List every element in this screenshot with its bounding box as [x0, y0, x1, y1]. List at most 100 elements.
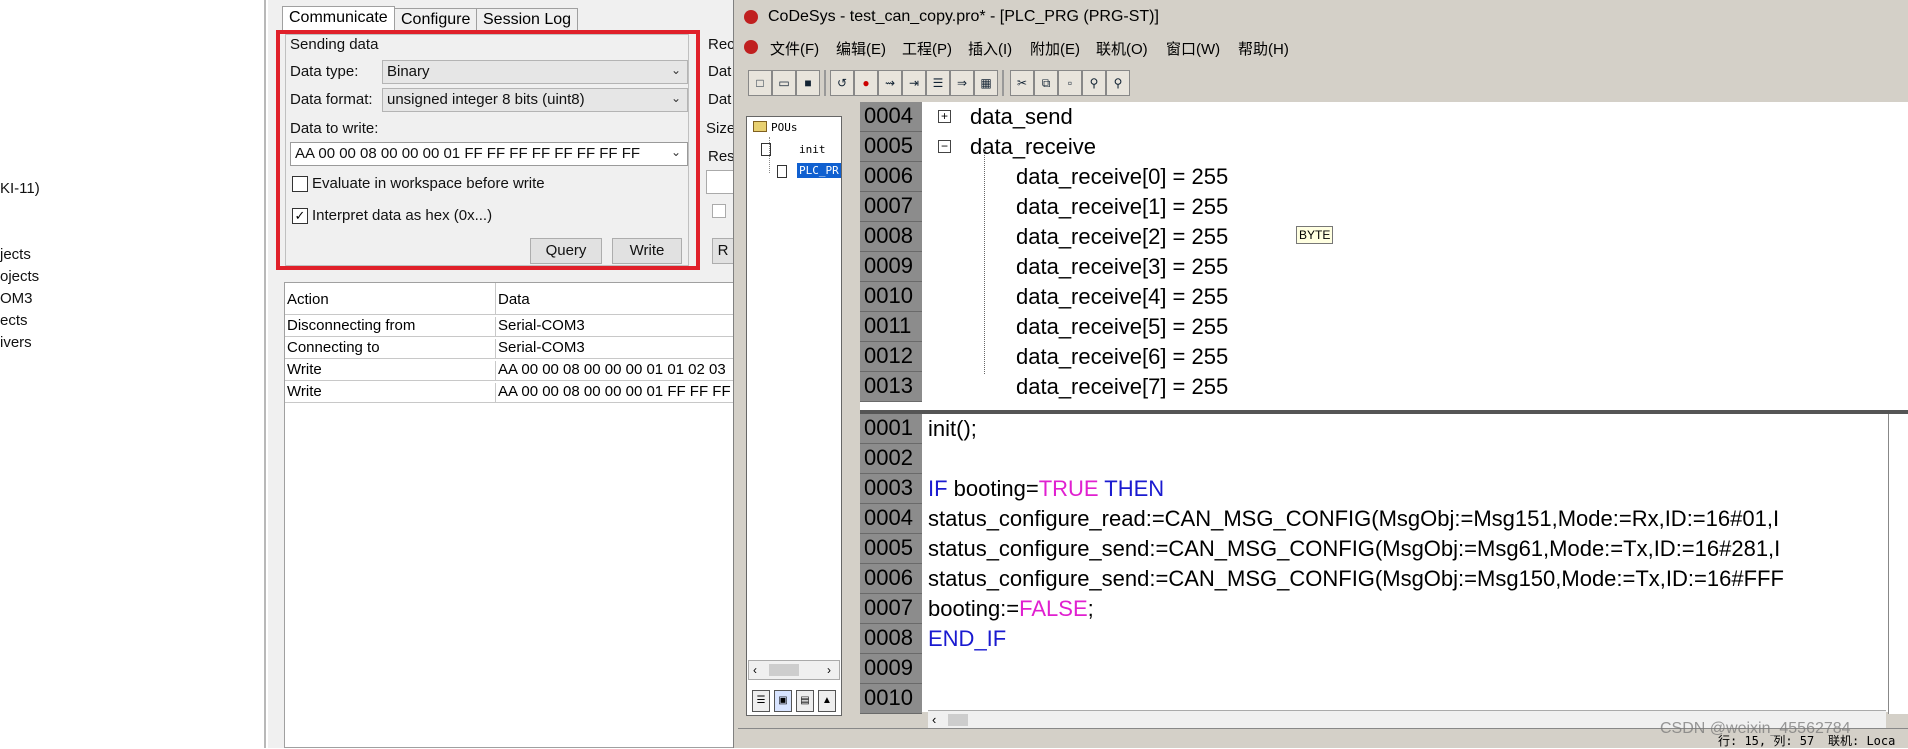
column-header-data[interactable]: Data	[495, 283, 735, 314]
session-log-table: Action Data Disconnecting from Serial-CO…	[284, 282, 735, 748]
tree-item-fragment[interactable]: ojects	[0, 268, 39, 285]
tab-visualizations-icon[interactable]: ▤	[796, 690, 814, 712]
tab-pous-icon[interactable]: ☰	[752, 690, 770, 712]
declaration-editor[interactable]: 0004 + data_send 0005 − data_receive 000…	[860, 102, 1908, 412]
receive-label-fragment: Dat	[708, 91, 732, 108]
pou-doc-icon	[777, 165, 787, 178]
force-values-icon[interactable]: ▦	[974, 70, 998, 96]
receive-button-fragment[interactable]: R	[712, 238, 734, 264]
receive-field-fragment[interactable]	[706, 170, 734, 194]
line-number: 0012	[860, 342, 922, 372]
line-number: 0003	[860, 474, 922, 504]
table-row[interactable]: Write AA 00 00 08 00 00 00 01 FF FF FF	[285, 381, 735, 403]
menu-edit[interactable]: 编辑(E)	[836, 38, 886, 59]
decl-line-text: data_receive[6] = 255	[1016, 344, 1229, 369]
log-action: Connecting to	[287, 339, 380, 356]
step-icon[interactable]: ⇥	[902, 70, 926, 96]
code-line: status_configure_send:=CAN_MSG_CONFIG(Ms…	[928, 534, 1780, 564]
decl-line-text: data_receive[1] = 255	[1016, 194, 1229, 219]
find-next-icon[interactable]: ⚲	[1106, 70, 1130, 96]
decl-line-text: data_receive[4] = 255	[1016, 284, 1229, 309]
table-row[interactable]: Disconnecting from Serial-COM3	[285, 315, 735, 337]
receive-checkbox-fragment[interactable]	[712, 204, 726, 218]
code-text: status_configure_read:=CAN_MSG_CONFIG(Ms…	[928, 506, 1780, 531]
collapse-icon[interactable]: −	[938, 140, 951, 153]
receive-label-fragment: Dat	[708, 63, 732, 80]
line-number: 0006	[860, 162, 922, 192]
code-line: status_configure_read:=CAN_MSG_CONFIG(Ms…	[928, 504, 1779, 534]
tab-data-types-icon[interactable]: ▣	[774, 690, 792, 712]
menu-window[interactable]: 窗口(W)	[1166, 38, 1220, 59]
scroll-thumb[interactable]	[769, 664, 799, 676]
column-header-action[interactable]: Action	[287, 291, 493, 308]
tab-communicate[interactable]: Communicate	[282, 6, 395, 32]
table-header: Action Data	[285, 283, 735, 315]
tree-item-fragment[interactable]: ivers	[0, 334, 32, 351]
run-icon[interactable]: ⇝	[878, 70, 902, 96]
implementation-editor[interactable]: 0001 init(); 0002 0003 IF booting=TRUE THEN 0…	[860, 414, 1908, 714]
pou-item-init[interactable]: init	[799, 143, 826, 156]
line-number: 0007	[860, 594, 922, 624]
left-tree-panel: KI-11) jects ojects OM3 ects ivers	[0, 0, 266, 748]
line-number: 0008	[860, 624, 922, 654]
scroll-left-icon[interactable]: ‹	[932, 712, 936, 727]
scroll-thumb[interactable]	[948, 714, 968, 726]
code-text: status_configure_send:=CAN_MSG_CONFIG(Ms…	[928, 566, 1784, 591]
scroll-right-icon[interactable]: ›	[827, 663, 831, 677]
stop-icon[interactable]: ●	[854, 70, 878, 96]
decl-line-text: data_receive[5] = 255	[1016, 314, 1229, 339]
code-text: init();	[928, 416, 977, 441]
open-folder-icon[interactable]: ▭	[772, 70, 796, 96]
window-title: CoDeSys - test_can_copy.pro* - [PLC_PRG …	[768, 8, 1159, 25]
expand-icon[interactable]: +	[938, 110, 951, 123]
pou-item-plc-prg[interactable]: PLC_PR	[797, 163, 841, 178]
mdi-doc-icon[interactable]	[744, 40, 758, 54]
type-tooltip: BYTE	[1296, 226, 1334, 244]
tree-line	[984, 148, 985, 374]
menu-help[interactable]: 帮助(H)	[1238, 38, 1289, 59]
keyword: THEN	[1098, 476, 1165, 501]
menu-project[interactable]: 工程(P)	[902, 38, 952, 59]
login-icon[interactable]: ↺	[830, 70, 854, 96]
menu-online[interactable]: 联机(O)	[1096, 38, 1148, 59]
tab-session-log[interactable]: Session Log	[476, 8, 579, 32]
keyword: IF	[928, 476, 954, 501]
menu-insert[interactable]: 插入(I)	[968, 38, 1012, 59]
pou-root-label[interactable]: POUs	[771, 121, 798, 134]
table-row[interactable]: Connecting to Serial-COM3	[285, 337, 735, 359]
tree-item-fragment[interactable]: OM3	[0, 290, 33, 307]
menu-file[interactable]: 文件(F)	[770, 38, 819, 59]
find-icon[interactable]: ⚲	[1082, 70, 1106, 96]
line-number: 0011	[860, 312, 922, 342]
write-values-icon[interactable]: ⇒	[950, 70, 974, 96]
tree-item-fragment[interactable]: ects	[0, 312, 28, 329]
toolbar-separator	[824, 70, 826, 96]
pou-horizontal-scrollbar[interactable]: ‹ ›	[748, 660, 840, 680]
log-data: Serial-COM3	[495, 339, 735, 358]
new-file-icon[interactable]: □	[748, 70, 772, 96]
tab-configure[interactable]: Configure	[394, 8, 478, 32]
highlight-box	[276, 30, 700, 270]
receive-label-fragment: Res	[708, 148, 735, 165]
table-row[interactable]: Write AA 00 00 08 00 00 00 01 01 02 03	[285, 359, 735, 381]
line-number: 0009	[860, 252, 922, 282]
code-line: booting:=FALSE;	[928, 594, 1094, 624]
tree-item-fragment[interactable]: jects	[0, 246, 31, 263]
cut-icon[interactable]: ✂	[1010, 70, 1034, 96]
tab-resources-icon[interactable]: ▲	[818, 690, 836, 712]
decl-line-text: data_receive	[970, 134, 1096, 159]
log-data: AA 00 00 08 00 00 00 01 01 02 03	[495, 361, 735, 380]
paste-icon[interactable]: ▫	[1058, 70, 1082, 96]
line-number: 0013	[860, 372, 922, 402]
menu-extras[interactable]: 附加(E)	[1030, 38, 1080, 59]
folder-icon	[753, 121, 767, 132]
scroll-left-icon[interactable]: ‹	[753, 663, 757, 677]
copy-icon[interactable]: ⧉	[1034, 70, 1058, 96]
toolbar-separator	[1002, 70, 1004, 96]
line-number: 0004	[860, 102, 922, 132]
watermark: CSDN @weixin_45562784	[1660, 720, 1851, 737]
save-icon[interactable]: ■	[796, 70, 820, 96]
code-line: init();	[928, 414, 977, 444]
breakpoint-icon[interactable]: ☰	[926, 70, 950, 96]
tree-item-fragment[interactable]: KI-11)	[0, 180, 40, 197]
